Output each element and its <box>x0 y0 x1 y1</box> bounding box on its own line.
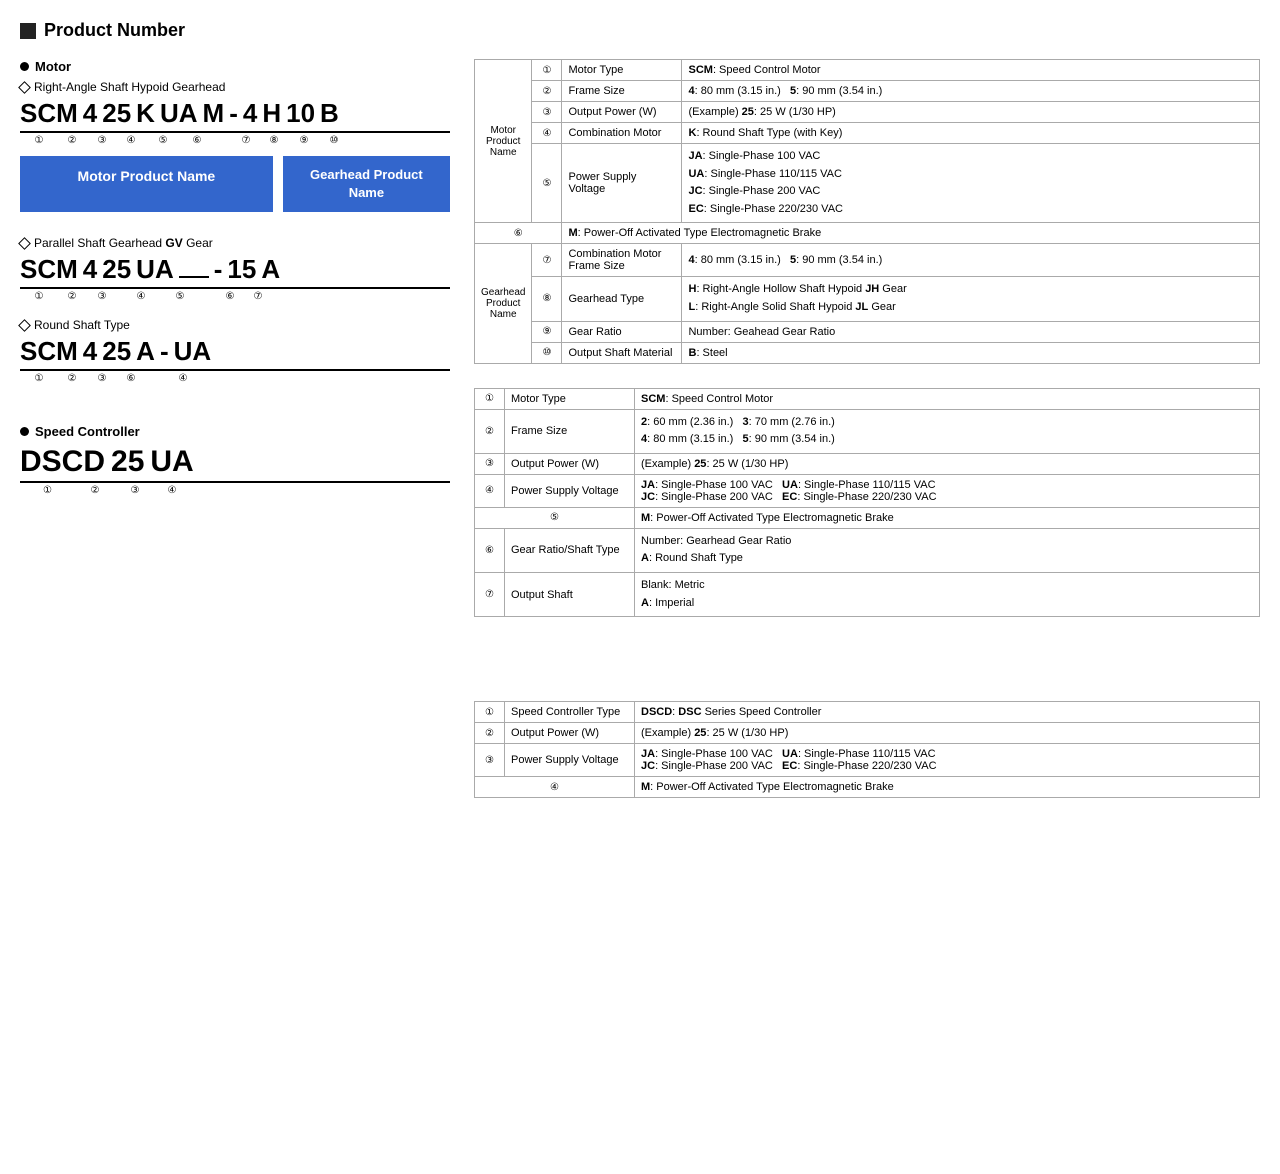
gearhead-product-name-box: Gearhead Product Name <box>283 156 450 212</box>
right-column: MotorProductName ① Motor Type SCM: Speed… <box>474 59 1260 798</box>
table-row: ③ Output Power (W) (Example) 25: 25 W (1… <box>475 102 1260 123</box>
row-num-1: ① <box>532 60 562 81</box>
table-row: ① Speed Controller Type DSCD: DSC Series… <box>475 702 1260 723</box>
c1-8: ⑧ <box>260 135 288 146</box>
diamond-label-2: Parallel Shaft Gearhead GV Gear <box>20 236 450 250</box>
table-row: ④ Combination Motor K: Round Shaft Type … <box>475 123 1260 144</box>
table-row: ① Motor Type SCM: Speed Control Motor <box>475 388 1260 409</box>
table-row: ③ Power Supply Voltage JA: Single-Phase … <box>475 744 1260 777</box>
spec-table-1: MotorProductName ① Motor Type SCM: Speed… <box>474 59 1260 364</box>
speed-controller-bullet: Speed Controller <box>20 424 450 439</box>
spec-table-3: ① Speed Controller Type DSCD: DSC Series… <box>474 701 1260 798</box>
table-row: ⑧ Gearhead Type H: Right-Angle Hollow Sh… <box>475 277 1260 321</box>
code-4b-1: 4 <box>243 98 257 129</box>
diamond-icon-3 <box>18 319 31 332</box>
table-row: ⑥ M: Power-Off Activated Type Electromag… <box>475 223 1260 244</box>
c1-9: ⑨ <box>288 135 320 146</box>
code-25-1: 25 <box>102 98 131 129</box>
row-desc-1: SCM: Speed Control Motor <box>682 60 1260 81</box>
product-code-sc: DSCD 25 UA <box>20 445 450 483</box>
code-dash-1: - <box>229 98 238 129</box>
code-4-1: 4 <box>83 98 97 129</box>
table-row: ⑤ Power Supply Voltage JA: Single-Phase … <box>475 144 1260 223</box>
c1-6: ⑥ <box>182 135 212 146</box>
diamond-icon-1 <box>18 81 31 94</box>
product-code-2: SCM 4 25 UA - 15 A <box>20 254 450 289</box>
product-code-1: SCM 4 25 K UA M - 4 H 10 B <box>20 98 450 133</box>
bullet-icon-2 <box>20 427 29 436</box>
spec-table-2: ① Motor Type SCM: Speed Control Motor ② … <box>474 388 1260 618</box>
table-row: ② Frame Size 2: 60 mm (2.36 in.) 3: 70 m… <box>475 409 1260 453</box>
c1-7: ⑦ <box>232 135 260 146</box>
table-row: ⑩ Output Shaft Material B: Steel <box>475 342 1260 363</box>
table-row: ② Output Power (W) (Example) 25: 25 W (1… <box>475 723 1260 744</box>
title-square-icon <box>20 23 36 39</box>
code-10-1: 10 <box>286 98 315 129</box>
page-wrapper: Product Number Motor Right-Angle Shaft H… <box>20 20 1260 798</box>
bullet-icon <box>20 62 29 71</box>
circles-row-2: ① ② ③ ④ ⑤ ⑥ ⑦ <box>20 291 450 302</box>
c1-10: ⑩ <box>320 135 348 146</box>
motor-product-name-box: Motor Product Name <box>20 156 273 212</box>
table-row: ③ Output Power (W) (Example) 25: 25 W (1… <box>475 453 1260 474</box>
table-row: ② Frame Size 4: 80 mm (3.15 in.) 5: 90 m… <box>475 81 1260 102</box>
code-b-1: B <box>320 98 339 129</box>
diamond-icon-2 <box>18 237 31 250</box>
label-boxes-1: Motor Product Name Gearhead Product Name <box>20 156 450 212</box>
c1-1: ① <box>20 135 58 146</box>
table-row: ⑥ Gear Ratio/Shaft Type Number: Gearhead… <box>475 528 1260 572</box>
code-ua-1: UA <box>160 98 198 129</box>
c1-5: ⑤ <box>144 135 182 146</box>
code-m-1: M <box>203 98 225 129</box>
diamond-label-1: Right-Angle Shaft Hypoid Gearhead <box>20 80 450 94</box>
row-label-1: Motor Type <box>562 60 682 81</box>
circles-row-sc: ① ② ③ ④ <box>20 485 450 496</box>
motor-product-name-rowspan: MotorProductName <box>475 60 532 223</box>
circles-row-1: ① ② ③ ④ ⑤ ⑥ ⑦ ⑧ ⑨ ⑩ <box>20 135 450 146</box>
product-code-3: SCM 4 25 A - UA <box>20 336 450 371</box>
c1-2: ② <box>58 135 86 146</box>
table-row: GearheadProductName ⑦ Combination Motor … <box>475 244 1260 277</box>
table-row: ⑤ M: Power-Off Activated Type Electromag… <box>475 507 1260 528</box>
code-k-1: K <box>136 98 155 129</box>
c1-4: ④ <box>118 135 144 146</box>
diamond-label-3: Round Shaft Type <box>20 318 450 332</box>
table-row: MotorProductName ① Motor Type SCM: Speed… <box>475 60 1260 81</box>
table-row: ④ Power Supply Voltage JA: Single-Phase … <box>475 474 1260 507</box>
c1-3: ③ <box>86 135 118 146</box>
table-row: ⑨ Gear Ratio Number: Geahead Gear Ratio <box>475 321 1260 342</box>
main-title: Product Number <box>20 20 1260 41</box>
circles-row-3: ① ② ③ ⑥ ④ <box>20 373 450 384</box>
table-row: ④ M: Power-Off Activated Type Electromag… <box>475 777 1260 798</box>
page-layout: Motor Right-Angle Shaft Hypoid Gearhead … <box>20 59 1260 798</box>
code-scm-1: SCM <box>20 98 78 129</box>
left-column: Motor Right-Angle Shaft Hypoid Gearhead … <box>20 59 450 512</box>
table-row: ⑦ Output Shaft Blank: MetricA: Imperial <box>475 572 1260 616</box>
motor-bullet-label: Motor <box>20 59 450 74</box>
code-h-1: H <box>262 98 281 129</box>
